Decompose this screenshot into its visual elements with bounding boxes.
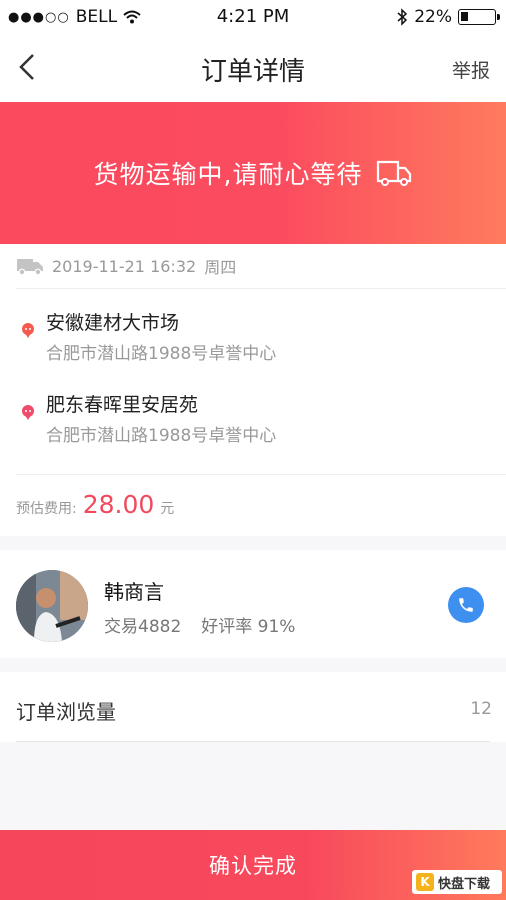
driver-card: 韩商言 交易4882 好评率 91% <box>0 550 506 658</box>
destination-detail: 合肥市潜山路1988号卓誉中心 <box>46 426 277 446</box>
fee-amount: 28.00 <box>82 490 155 519</box>
driver-rating: 好评率 91% <box>201 617 296 637</box>
origin-detail: 合肥市潜山路1988号卓誉中心 <box>46 344 277 364</box>
divider <box>16 474 506 475</box>
battery-icon <box>458 9 500 25</box>
page-title: 订单详情 <box>200 57 305 87</box>
destination-name: 肥东春晖里安居苑 <box>46 394 199 416</box>
truck-icon <box>17 259 43 276</box>
driver-avatar[interactable] <box>16 570 88 642</box>
logo-icon: K <box>416 873 434 891</box>
driver-name: 韩商言 <box>104 580 164 604</box>
fee-unit: 元 <box>160 501 175 517</box>
navigation-bar: 订单详情 举报 <box>0 34 506 102</box>
report-button[interactable]: 举报 <box>452 56 490 83</box>
driver-trades: 交易4882 <box>104 617 182 637</box>
phone-icon <box>459 598 473 612</box>
origin-pin-icon <box>22 323 34 338</box>
status-message: 货物运输中,请耐心等待 <box>93 160 363 189</box>
confirm-label: 确认完成 <box>209 854 297 878</box>
driver-photo <box>16 570 88 642</box>
watermark-logo: K 快盘下载 <box>412 870 502 894</box>
call-driver-button[interactable] <box>448 587 484 623</box>
destination-pin-icon <box>22 405 34 420</box>
estimated-fee: 预估费用: 28.00 元 <box>16 490 174 519</box>
divider <box>16 741 490 742</box>
truck-outline-icon <box>377 160 412 186</box>
status-banner: 货物运输中,请耐心等待 <box>0 102 506 244</box>
bluetooth-icon <box>397 8 408 26</box>
order-weekday: 周四 <box>204 258 237 277</box>
order-card: 2019-11-21 16:32 周四 安徽建材大市场 合肥市潜山路1988号卓… <box>0 244 506 536</box>
destination-address: 肥东春晖里安居苑 合肥市潜山路1988号卓誉中心 <box>20 390 276 446</box>
watermark-text: 快盘下载 <box>438 876 491 892</box>
order-datetime: 2019-11-21 16:32 <box>52 256 197 276</box>
views-label: 订单浏览量 <box>16 700 116 724</box>
driver-stats: 交易4882 好评率 91% <box>104 612 295 637</box>
order-views-row: 订单浏览量 12 <box>0 672 506 742</box>
status-bar: ●●●○○ BELL 4:21 PM 22% <box>0 0 506 34</box>
origin-address: 安徽建材大市场 合肥市潜山路1988号卓誉中心 <box>20 308 276 364</box>
origin-name: 安徽建材大市场 <box>46 312 180 334</box>
views-count: 12 <box>470 699 492 719</box>
fee-label: 预估费用: <box>16 501 77 517</box>
order-time-row: 2019-11-21 16:32 周四 <box>16 254 236 278</box>
divider <box>16 288 506 289</box>
battery-percent: 22% <box>414 7 452 27</box>
